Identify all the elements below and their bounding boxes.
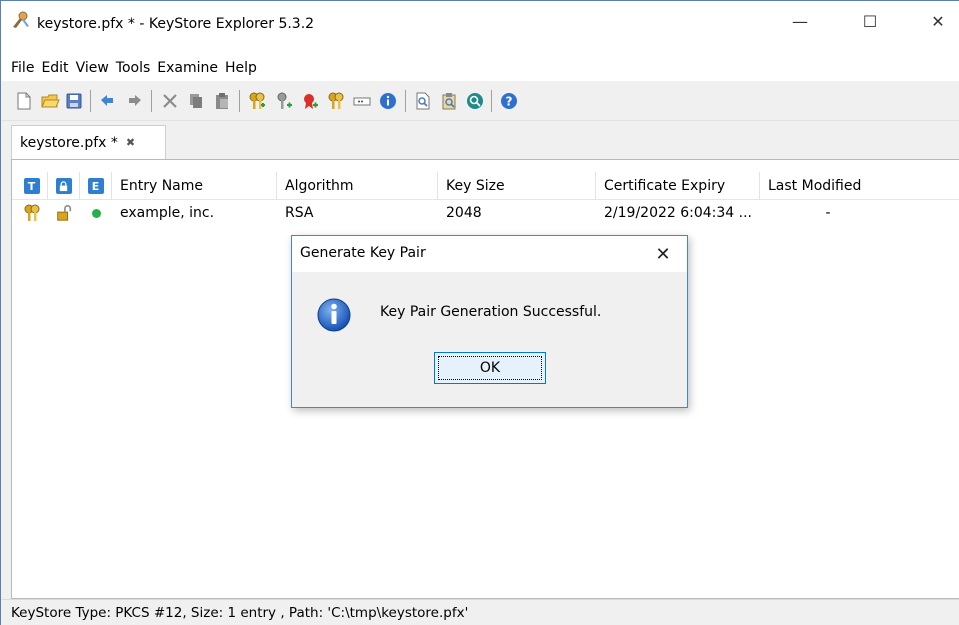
lock-column-icon [55, 178, 72, 194]
tab-keystore[interactable]: keystore.pfx * ✖ [11, 125, 166, 159]
menu-tools[interactable]: Tools [116, 60, 156, 76]
menu-examine[interactable]: Examine [157, 60, 223, 76]
key-pair-entry-icon [16, 202, 48, 224]
column-header-expiry-status[interactable]: E [80, 172, 112, 200]
cell-last-modified: - [825, 205, 831, 221]
maximize-button[interactable]: ☐ [847, 1, 893, 41]
column-header-type[interactable]: T [16, 172, 48, 200]
toolbar-separator [491, 90, 492, 112]
type-column-icon: T [23, 178, 40, 194]
menu-file[interactable]: File [11, 60, 39, 76]
menu-edit[interactable]: Edit [41, 60, 73, 76]
copy-icon[interactable] [185, 90, 207, 112]
cell-entry-name: example, inc. [120, 205, 215, 221]
new-icon[interactable] [13, 90, 35, 112]
open-icon[interactable] [39, 90, 61, 112]
valid-status-icon [80, 202, 112, 224]
menu-bar: File Edit View Tools Examine Help [1, 55, 959, 81]
save-icon[interactable] [63, 90, 85, 112]
redo-icon[interactable] [123, 90, 145, 112]
menu-view[interactable]: View [76, 60, 114, 76]
toolbar-separator [405, 90, 406, 112]
tab-strip: keystore.pfx * ✖ [1, 121, 959, 159]
minimize-button[interactable]: — [777, 1, 823, 41]
cell-algorithm: RSA [285, 205, 314, 221]
dialog-title-bar: Generate Key Pair ✕ [292, 236, 687, 272]
keystore-explorer-icon [11, 10, 31, 30]
properties-icon[interactable] [377, 90, 399, 112]
title-bar: keystore.pfx * - KeyStore Explorer 5.3.2… [1, 1, 959, 55]
svg-text:?: ? [506, 95, 513, 109]
cut-icon[interactable] [159, 90, 181, 112]
tab-label: keystore.pfx * [20, 134, 118, 151]
examine-file-icon[interactable] [412, 90, 434, 112]
import-key-pair-icon[interactable] [325, 90, 347, 112]
toolbar-separator [151, 90, 152, 112]
info-icon [316, 297, 352, 333]
column-header-key-size[interactable]: Key Size [438, 172, 596, 200]
column-header-lock[interactable] [48, 172, 80, 200]
menu-help[interactable]: Help [225, 60, 262, 76]
column-header-algorithm[interactable]: Algorithm [277, 172, 438, 200]
undo-icon[interactable] [97, 90, 119, 112]
table-row[interactable]: example, inc. RSA 2048 2/19/2022 6:04:34… [12, 202, 959, 224]
window-title: keystore.pfx * - KeyStore Explorer 5.3.2 [37, 16, 315, 32]
examine-clipboard-icon[interactable] [438, 90, 460, 112]
unlocked-icon [48, 202, 80, 224]
close-window-button[interactable]: ✕ [915, 1, 959, 41]
tab-close-icon[interactable]: ✖ [126, 136, 135, 149]
cell-certificate-expiry: 2/19/2022 6:04:34 ... [604, 205, 753, 221]
help-icon[interactable]: ? [498, 90, 520, 112]
column-header-entry-name[interactable]: Entry Name [112, 172, 277, 200]
toolbar-separator [90, 90, 91, 112]
import-trusted-certificate-icon[interactable] [299, 90, 321, 112]
status-bar: KeyStore Type: PKCS #12, Size: 1 entry ,… [1, 599, 959, 625]
generate-secret-key-icon[interactable] [273, 90, 295, 112]
status-text: KeyStore Type: PKCS #12, Size: 1 entry ,… [11, 605, 469, 621]
dialog-close-button[interactable]: ✕ [647, 240, 679, 268]
set-password-icon[interactable] [351, 90, 373, 112]
cell-key-size: 2048 [446, 205, 482, 221]
toolbar: ? [1, 81, 959, 121]
ok-button[interactable]: OK [434, 352, 546, 384]
column-header-certificate-expiry[interactable]: Certificate Expiry [596, 172, 760, 200]
expiry-column-icon: E [87, 178, 104, 194]
paste-icon[interactable] [211, 90, 233, 112]
dialog-message: Key Pair Generation Successful. [380, 304, 602, 320]
generate-key-pair-icon[interactable] [246, 90, 268, 112]
generate-key-pair-dialog: Generate Key Pair ✕ Key Pair Generation … [291, 235, 688, 408]
table-header: T E Entry Name Algorithm Key Size Certif… [12, 172, 959, 200]
focus-ring [438, 356, 542, 380]
examine-ssl-icon[interactable] [464, 90, 486, 112]
toolbar-separator [239, 90, 240, 112]
dialog-title: Generate Key Pair [300, 245, 426, 261]
column-header-last-modified[interactable]: Last Modified [760, 172, 896, 200]
